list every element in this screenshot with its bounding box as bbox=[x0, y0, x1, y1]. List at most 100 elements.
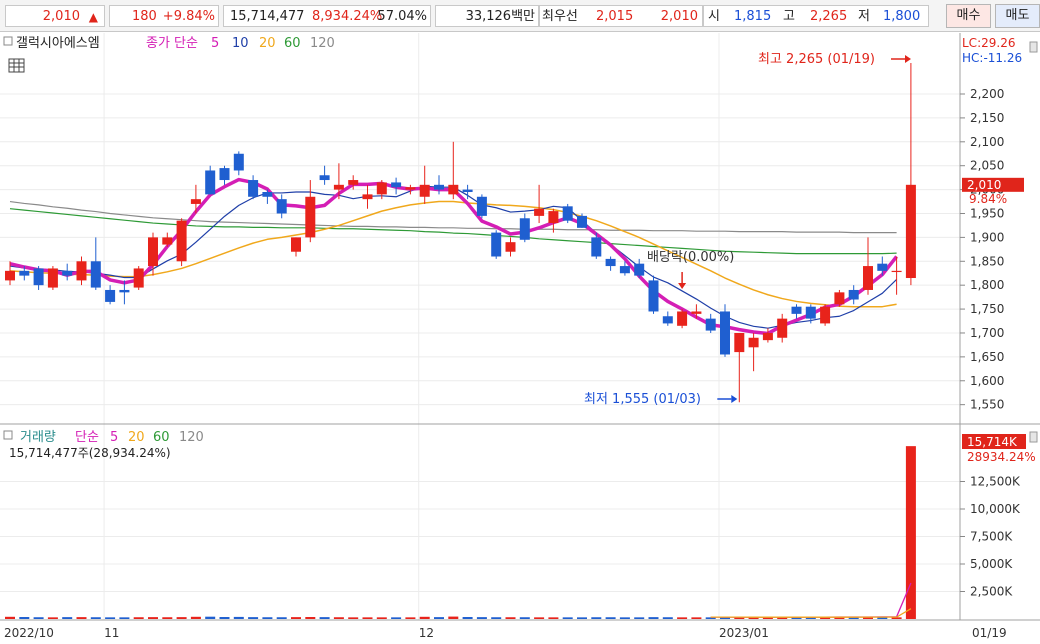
last-pct-tag-text: 9.84% bbox=[969, 192, 1007, 206]
volume-bar bbox=[362, 617, 373, 619]
table-grid-icon[interactable] bbox=[8, 58, 25, 73]
ma60-legend[interactable]: 60 bbox=[284, 36, 301, 51]
candle-body bbox=[534, 208, 545, 216]
last-volume-tag-text: 15,714K bbox=[967, 435, 1018, 449]
volume-bar bbox=[462, 617, 473, 619]
candle-body bbox=[190, 199, 201, 204]
candle-body bbox=[605, 258, 616, 267]
volume-tick-label: 7,500K bbox=[970, 530, 1013, 544]
volume-scale-icon[interactable] bbox=[1029, 431, 1038, 443]
candle-body bbox=[891, 270, 902, 273]
low-price: 1,800 bbox=[883, 9, 921, 24]
current-price: 2,010 bbox=[42, 9, 80, 24]
volume-bar bbox=[376, 617, 387, 619]
volume-bar bbox=[562, 617, 573, 619]
candle-body bbox=[634, 263, 645, 276]
up-arrow-icon: ▲ bbox=[88, 10, 98, 24]
price-change-pct: +9.84% bbox=[162, 9, 215, 24]
volume-legend-name[interactable]: 거래량 bbox=[20, 430, 56, 445]
price-tick-label: 1,700 bbox=[970, 326, 1004, 340]
candle-body bbox=[834, 292, 845, 305]
date-tick-label: 2023/01 bbox=[719, 626, 769, 640]
ma5-legend[interactable]: 5 bbox=[211, 36, 219, 51]
candle-body bbox=[233, 153, 244, 171]
volume-bar bbox=[233, 616, 244, 619]
candle-body bbox=[805, 306, 816, 319]
volume-bar bbox=[5, 616, 15, 619]
volume-bar bbox=[133, 617, 144, 619]
candle-body bbox=[648, 280, 659, 312]
high-price: 2,265 bbox=[810, 9, 848, 24]
volume-value: 15,714,477 bbox=[230, 9, 305, 24]
volume-bar bbox=[291, 617, 301, 619]
candle-body bbox=[705, 318, 716, 331]
sell-button[interactable]: 매도 bbox=[995, 4, 1040, 28]
volume-bar bbox=[577, 617, 587, 619]
volume-ma5-legend[interactable]: 5 bbox=[110, 430, 118, 445]
ma120-legend[interactable]: 120 bbox=[310, 36, 335, 51]
volume-ratio: 8,934.24% bbox=[312, 9, 383, 24]
stock-name-legend[interactable]: 갤럭시아에스엠 bbox=[16, 36, 100, 51]
volume-ma20-legend[interactable]: 20 bbox=[128, 430, 145, 445]
volume-bar bbox=[491, 617, 502, 619]
volume-ma120-legend[interactable]: 120 bbox=[179, 430, 204, 445]
turnover-rate: 57.04% bbox=[377, 9, 427, 24]
volume-bar bbox=[434, 617, 444, 619]
volume-bar bbox=[448, 616, 459, 619]
candle-body bbox=[562, 206, 573, 221]
volume-legend-box-icon[interactable] bbox=[3, 430, 13, 440]
volume-ma60-legend[interactable]: 60 bbox=[153, 430, 170, 445]
volume-bar bbox=[319, 617, 330, 619]
volume-bar bbox=[619, 617, 630, 619]
candle-body bbox=[476, 196, 487, 216]
volume-bar bbox=[648, 617, 659, 619]
candle-body bbox=[76, 261, 87, 281]
candle-body bbox=[577, 215, 587, 228]
volume-tick-label: 10,000K bbox=[970, 502, 1021, 516]
candle-body bbox=[47, 268, 58, 288]
volume-bar bbox=[905, 446, 916, 619]
candle-body bbox=[777, 318, 788, 338]
candle-body bbox=[262, 191, 273, 197]
price-cell: 2,010 ▲ bbox=[5, 5, 105, 27]
candle-body bbox=[548, 211, 559, 224]
candle-body bbox=[205, 170, 216, 195]
price-legend-box-icon[interactable] bbox=[3, 36, 13, 46]
candle-body bbox=[105, 289, 116, 302]
volume-bar bbox=[348, 617, 359, 619]
candle-body bbox=[162, 237, 173, 245]
price-tick-label: 2,150 bbox=[970, 111, 1004, 125]
scale-up-icon[interactable] bbox=[1029, 41, 1038, 53]
price-tick-label: 2,200 bbox=[970, 87, 1004, 101]
open-label: 시 bbox=[708, 9, 720, 24]
candle-body bbox=[5, 270, 15, 281]
volume-bar bbox=[262, 617, 273, 619]
ma10-legend[interactable]: 10 bbox=[232, 36, 249, 51]
date-tick-label: 12 bbox=[419, 626, 434, 640]
volume-bar bbox=[476, 617, 487, 619]
high-label: 고 bbox=[783, 9, 795, 24]
candle-body bbox=[462, 189, 473, 192]
candle-body bbox=[505, 242, 516, 252]
buy-button[interactable]: 매수 bbox=[946, 4, 991, 28]
volume-bar bbox=[333, 617, 344, 619]
candle-body bbox=[619, 266, 630, 274]
candle-body bbox=[376, 182, 387, 195]
volume-cell: 15,714,477 8,934.24% 57.04% bbox=[223, 5, 431, 27]
price-tick-label: 1,850 bbox=[970, 254, 1004, 268]
best-bid-price: 2,010 bbox=[660, 9, 698, 24]
volume-bar bbox=[548, 617, 559, 619]
volume-bar bbox=[505, 617, 516, 619]
low-annotation: 최저 1,555 (01/03) bbox=[584, 392, 701, 407]
candle-body bbox=[820, 306, 831, 324]
trade-amount: 33,126백만 bbox=[465, 9, 535, 24]
best-quote-cell: 최우선 2,015 2,010 bbox=[539, 5, 703, 27]
volume-bar bbox=[248, 617, 259, 619]
candle-body bbox=[677, 311, 688, 326]
volume-bar bbox=[677, 617, 688, 619]
volume-bar bbox=[119, 617, 130, 619]
ma20-legend[interactable]: 20 bbox=[259, 36, 276, 51]
candle-body bbox=[333, 184, 344, 190]
candle-body bbox=[877, 263, 888, 271]
stock-chart[interactable]: 1,550 1,600 1,650 1,700 1,750 1,800 1,850 1,900… bbox=[0, 33, 1040, 644]
